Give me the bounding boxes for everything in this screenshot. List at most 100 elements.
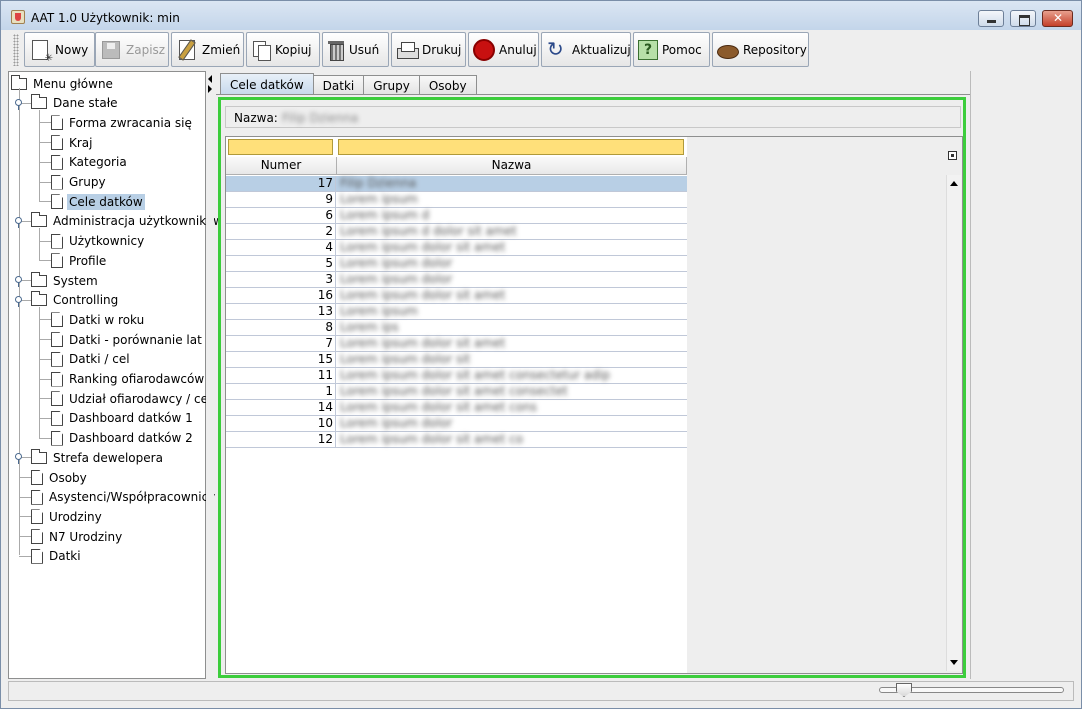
- column-chooser-icon[interactable]: [948, 151, 957, 160]
- tree-item-label: Datki w roku: [69, 312, 145, 327]
- tab-osoby[interactable]: Osoby: [418, 75, 477, 95]
- filter-nazwa-input[interactable]: [338, 139, 684, 155]
- table-row[interactable]: 11 Lorem ipsum dolor sit amet consectetur…: [226, 368, 687, 384]
- tree-item-dashboard-datk-w-2[interactable]: Dashboard datków 2: [51, 429, 195, 448]
- tree-item-osoby[interactable]: Osoby: [31, 468, 89, 487]
- toolbar-grip[interactable]: [13, 34, 19, 66]
- toolbar-button-label: Drukuj: [422, 42, 462, 57]
- tree-collapse-handle-icon[interactable]: [15, 295, 22, 307]
- tree-item-label: N7 Urodziny: [49, 529, 123, 544]
- scroll-up-icon[interactable]: [950, 181, 958, 186]
- pomoc-button[interactable]: Pomoc: [633, 32, 710, 67]
- tree-item-dane-sta-e[interactable]: Dane stałe: [31, 94, 120, 113]
- tree-item-profile[interactable]: Profile: [51, 251, 108, 270]
- tree-collapse-handle-icon[interactable]: [15, 216, 22, 228]
- table-row[interactable]: 2 Lorem ipsum d dolor sit amet: [226, 224, 687, 240]
- tree-item-datki-w-roku[interactable]: Datki w roku: [51, 310, 146, 329]
- tree-item-label: Datki / cel: [69, 352, 130, 367]
- tree-item-ranking-ofiarodawc-w[interactable]: Ranking ofiarodawców: [51, 370, 206, 389]
- tree-item-datki[interactable]: Datki: [31, 547, 83, 566]
- tree-item-n7-urodziny[interactable]: N7 Urodziny: [31, 527, 124, 546]
- cell-numer: 15: [226, 352, 336, 368]
- collapse-left-icon[interactable]: [208, 75, 212, 83]
- tree-expand-handle-icon[interactable]: [15, 276, 22, 287]
- data-table: Numer Nazwa 17 Filip Dzienna 9 Lorem ipsum 6…: [225, 136, 963, 674]
- usuń-button[interactable]: Usuń: [322, 32, 389, 67]
- table-row[interactable]: 8 Lorem ips: [226, 320, 687, 336]
- cell-numer: 12: [226, 432, 336, 448]
- table-row[interactable]: 7 Lorem ipsum dolor sit amet: [226, 336, 687, 352]
- table-row[interactable]: 17 Filip Dzienna: [226, 176, 687, 192]
- tree-item-datki-cel[interactable]: Datki / cel: [51, 350, 132, 369]
- table-row[interactable]: 15 Lorem ipsum dolor sit: [226, 352, 687, 368]
- document-icon: [51, 135, 63, 151]
- tab-datki[interactable]: Datki: [312, 75, 365, 95]
- tree-item-label: Kategoria: [69, 155, 127, 170]
- table-row[interactable]: 3 Lorem ipsum dolor: [226, 272, 687, 288]
- maximize-button[interactable]: [1010, 10, 1036, 27]
- tree-item-label: Asystenci/Współpracownicy: [49, 490, 216, 505]
- tree-item-label: System: [53, 273, 98, 288]
- split-pane-divider[interactable]: [206, 71, 214, 679]
- tree-item-dashboard-datk-w-1[interactable]: Dashboard datków 1: [51, 409, 195, 428]
- tree-connector-line: [19, 477, 31, 478]
- tab-grupy[interactable]: Grupy: [363, 75, 420, 95]
- tree-item-urodziny[interactable]: Urodziny: [31, 507, 104, 526]
- repository-button[interactable]: Repository: [712, 32, 809, 67]
- close-button[interactable]: [1042, 10, 1073, 27]
- minimize-button[interactable]: [978, 10, 1004, 27]
- tree-item-label: Dashboard datków 1: [69, 411, 193, 426]
- tree-item-forma-zwracania-si[interactable]: Forma zwracania się: [51, 113, 194, 132]
- tree-item-controlling[interactable]: Controlling: [31, 291, 120, 310]
- tree-item-udzia-ofiarodawcy-cel[interactable]: Udział ofiarodawcy / cel: [51, 389, 213, 408]
- tree-expand-handle-icon[interactable]: [15, 453, 22, 465]
- table-row[interactable]: 4 Lorem ipsum dolor sit amet: [226, 240, 687, 256]
- tree-item-asystenci-wsp-pracownicy[interactable]: Asystenci/Współpracownicy: [31, 488, 217, 507]
- column-header-numer[interactable]: Numer: [226, 157, 337, 175]
- tree-root-menu[interactable]: Menu główne: [11, 74, 115, 93]
- scroll-down-icon[interactable]: [950, 660, 958, 665]
- kopiuj-button[interactable]: Kopiuj: [246, 32, 320, 67]
- tree-item-system[interactable]: System: [31, 271, 100, 290]
- tree-item-administracja-u-ytkownik-w[interactable]: Administracja użytkowników: [31, 212, 225, 231]
- table-row[interactable]: 6 Lorem ipsum d: [226, 208, 687, 224]
- tab-cele-datk-w[interactable]: Cele datków: [220, 73, 314, 95]
- tree-connector-line: [39, 142, 51, 144]
- tree-item-datki-por-wnanie-lat[interactable]: Datki - porównanie lat: [51, 330, 204, 349]
- expand-right-icon[interactable]: [208, 85, 212, 93]
- cell-numer: 1: [226, 384, 336, 400]
- drukuj-button[interactable]: Drukuj: [391, 32, 466, 67]
- table-row[interactable]: 16 Lorem ipsum dolor sit amet: [226, 288, 687, 304]
- table-row[interactable]: 13 Lorem ipsum: [226, 304, 687, 320]
- tree-item-label: Kraj: [69, 135, 93, 150]
- tree-collapse-handle-icon[interactable]: [15, 98, 22, 110]
- filter-numer-input[interactable]: [228, 139, 333, 155]
- table-row[interactable]: 12 Lorem ipsum dolor sit amet co: [226, 432, 687, 448]
- table-row[interactable]: 5 Lorem ipsum dolor: [226, 256, 687, 272]
- tab-area: Cele datków Datki Grupy Osoby Nazwa: Filip …: [216, 71, 970, 679]
- nowy-button[interactable]: Nowy: [24, 32, 95, 67]
- tree-connector-line: [39, 398, 51, 400]
- column-header-nazwa[interactable]: Nazwa: [337, 157, 687, 175]
- name-field-row: Nazwa: Filip Dzienna: [225, 106, 961, 128]
- aktualizuj-button[interactable]: Aktualizuj: [541, 32, 631, 67]
- tree-item-label: Dashboard datków 2: [69, 431, 193, 446]
- tree-item-kraj[interactable]: Kraj: [51, 133, 95, 152]
- tree-item-cele-datk-w[interactable]: Cele datków: [51, 192, 145, 211]
- table-row[interactable]: 14 Lorem ipsum dolor sit amet cons: [226, 400, 687, 416]
- tree-item-strefa-dewelopera[interactable]: Strefa dewelopera: [31, 448, 165, 467]
- tree-item-kategoria[interactable]: Kategoria: [51, 153, 129, 172]
- anuluj-button[interactable]: Anuluj: [468, 32, 539, 67]
- tree-item-label: Osoby: [49, 470, 87, 485]
- zapisz-button[interactable]: Zapisz: [95, 32, 169, 67]
- tree-connector-line: [19, 536, 31, 538]
- vertical-scrollbar[interactable]: [946, 175, 961, 671]
- name-value[interactable]: Filip Dzienna: [282, 111, 358, 125]
- table-row[interactable]: 9 Lorem ipsum: [226, 192, 687, 208]
- table-row[interactable]: 1 Lorem ipsum dolor sit amet consectet: [226, 384, 687, 400]
- document-icon: [51, 312, 63, 328]
- table-row[interactable]: 10 Lorem ipsum dolor: [226, 416, 687, 432]
- tree-item-u-ytkownicy[interactable]: Użytkownicy: [51, 232, 146, 251]
- tree-item-grupy[interactable]: Grupy: [51, 173, 108, 192]
- zmień-button[interactable]: Zmień: [171, 32, 244, 67]
